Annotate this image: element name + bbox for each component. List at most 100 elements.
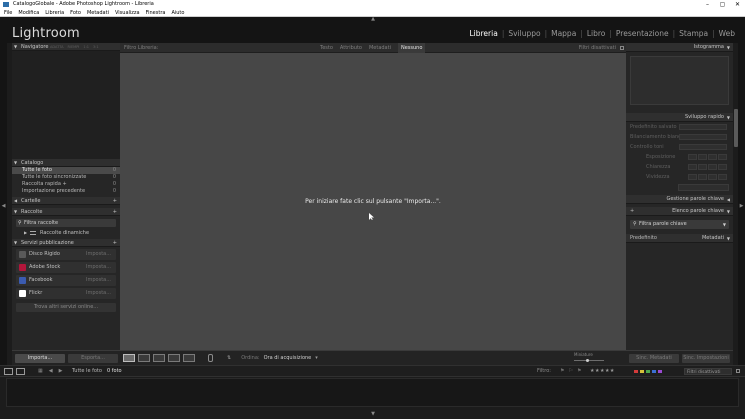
catalog-item-quick-collection[interactable]: Raccolta rapida + 0 bbox=[12, 181, 120, 188]
menu-visualizza[interactable]: Visualizza bbox=[115, 9, 140, 16]
histogram-header[interactable]: Istogramma ▼ bbox=[626, 43, 733, 52]
setup-link[interactable]: Imposta... bbox=[86, 262, 111, 273]
add-folder-icon[interactable]: + bbox=[113, 197, 117, 205]
sort-select[interactable]: Ora di acquisizione bbox=[264, 354, 312, 362]
publish-service-hard-drive[interactable]: Disco Rigido Imposta... bbox=[16, 249, 116, 260]
color-label-blue[interactable] bbox=[652, 370, 656, 373]
filmstrip-filter-select[interactable]: Filtri disattivati bbox=[684, 368, 732, 375]
setup-link[interactable]: Imposta... bbox=[86, 275, 111, 286]
menu-metadati[interactable]: Metadati bbox=[87, 9, 109, 16]
star-rating-filter[interactable]: ★★★★★ bbox=[590, 366, 615, 377]
grid-view-icon[interactable] bbox=[123, 354, 135, 362]
quick-develop-header[interactable]: Sviluppo rapido ▼ bbox=[626, 113, 733, 122]
publish-service-flickr[interactable]: Flickr Imposta... bbox=[16, 288, 116, 299]
zoom-3-1[interactable]: 3:1 bbox=[93, 43, 99, 51]
qd-step-button[interactable] bbox=[708, 174, 717, 180]
main-monitor-icon[interactable] bbox=[4, 368, 13, 375]
second-monitor-icon[interactable] bbox=[16, 368, 25, 375]
keyword-list-header[interactable]: + Elenco parole chiave ▼ bbox=[626, 207, 733, 216]
qd-step-button[interactable] bbox=[688, 174, 697, 180]
expand-triangle-icon[interactable]: ▶ bbox=[24, 229, 27, 237]
keywording-header[interactable]: Gestione parole chiave ◀ bbox=[626, 195, 733, 204]
lock-icon[interactable] bbox=[736, 369, 740, 373]
collections-header[interactable]: ▼ Raccolte + bbox=[12, 208, 120, 216]
bottom-panel-toggle-icon[interactable]: ▼ bbox=[369, 412, 377, 417]
folders-header[interactable]: ◀ Cartelle + bbox=[12, 197, 120, 205]
setup-link[interactable]: Imposta... bbox=[86, 288, 111, 299]
module-mappa[interactable]: Mappa bbox=[547, 29, 580, 38]
menu-finestra[interactable]: Finestra bbox=[146, 9, 166, 16]
qd-auto-tone-button[interactable] bbox=[679, 144, 727, 150]
catalog-header[interactable]: ▼ Catalogo bbox=[12, 159, 120, 167]
module-libro[interactable]: Libro bbox=[583, 29, 610, 38]
people-view-icon[interactable] bbox=[183, 354, 195, 362]
maximize-icon[interactable]: ▢ bbox=[715, 0, 730, 9]
filter-tab-metadati[interactable]: Metadati bbox=[369, 43, 391, 53]
minimize-icon[interactable]: – bbox=[700, 0, 715, 9]
menu-libreria[interactable]: Libreria bbox=[45, 9, 64, 16]
chevron-down-icon[interactable]: ▾ bbox=[315, 354, 318, 362]
filter-preset-select[interactable]: Filtri disattivati bbox=[579, 43, 616, 53]
metadata-preset-select[interactable]: Predefinito bbox=[630, 234, 657, 243]
qd-reset-button[interactable] bbox=[678, 184, 729, 191]
qd-white-balance-select[interactable] bbox=[679, 134, 727, 140]
painter-spray-icon[interactable] bbox=[208, 354, 213, 362]
right-panel-edge[interactable]: ▶ bbox=[738, 43, 745, 365]
filter-tab-testo[interactable]: Testo bbox=[320, 43, 333, 53]
slider-handle[interactable] bbox=[586, 359, 589, 362]
right-panel-scrollbar[interactable] bbox=[734, 109, 738, 147]
catalog-item-previous-import[interactable]: Importazione precedente 0 bbox=[12, 188, 120, 195]
survey-view-icon[interactable] bbox=[168, 354, 180, 362]
zoom-adatta[interactable]: ADATTA bbox=[50, 43, 64, 51]
top-panel-toggle-icon[interactable]: ▲ bbox=[369, 17, 377, 22]
close-icon[interactable]: ✕ bbox=[730, 0, 745, 9]
color-label-red[interactable] bbox=[634, 370, 638, 373]
module-presentazione[interactable]: Presentazione bbox=[612, 29, 673, 38]
lock-icon[interactable] bbox=[620, 46, 624, 50]
qd-step-button[interactable] bbox=[688, 154, 697, 160]
left-panel-edge[interactable]: ◀ bbox=[0, 43, 7, 365]
sync-metadata-button[interactable]: Sinc. Metadati bbox=[629, 354, 679, 363]
qd-step-button[interactable] bbox=[718, 164, 727, 170]
module-sviluppo[interactable]: Sviluppo bbox=[504, 29, 544, 38]
filter-tab-nessuno[interactable]: Nessuno bbox=[397, 43, 426, 53]
catalog-item-synced[interactable]: Tutte le foto sincronizzate 0 bbox=[12, 174, 120, 181]
qd-step-button[interactable] bbox=[708, 154, 717, 160]
qd-step-button[interactable] bbox=[698, 154, 707, 160]
publish-service-facebook[interactable]: Facebook Imposta... bbox=[16, 275, 116, 286]
catalog-item-all-photos[interactable]: Tutte le foto 0 bbox=[12, 167, 120, 174]
menu-file[interactable]: File bbox=[4, 9, 12, 16]
grid-small-icon[interactable]: ▦ bbox=[38, 366, 43, 377]
back-arrow-icon[interactable]: ◀ bbox=[49, 366, 53, 377]
sort-direction-icon[interactable]: ⇅ bbox=[227, 354, 231, 362]
flag-pick-icon[interactable]: ⚑ bbox=[560, 366, 564, 377]
menu-aiuto[interactable]: Aiuto bbox=[171, 9, 184, 16]
thumbnail-size-slider[interactable] bbox=[574, 359, 604, 362]
navigator-header[interactable]: ▼ Navigatore ADATTA RIEMPI 1:1 3:1 bbox=[12, 43, 120, 51]
filter-keywords-input[interactable]: ⚲ Filtra parole chiave ▼ bbox=[630, 220, 729, 229]
qd-preset-select[interactable] bbox=[679, 124, 727, 130]
qd-step-button[interactable] bbox=[698, 174, 707, 180]
sync-settings-button[interactable]: Sinc. Impostazioni bbox=[682, 354, 730, 363]
flag-reject-icon[interactable]: ⚑ bbox=[577, 366, 581, 377]
module-libreria[interactable]: Libreria bbox=[465, 29, 501, 38]
color-label-purple[interactable] bbox=[658, 370, 662, 373]
filmstrip-source[interactable]: Tutte le foto bbox=[72, 366, 102, 377]
metadata-header[interactable]: Predefinito Metadati ▼ bbox=[626, 234, 733, 243]
qd-step-button[interactable] bbox=[698, 164, 707, 170]
export-button[interactable]: Esporta... bbox=[68, 354, 118, 363]
filter-collections-input[interactable]: ⚲ Filtra raccolte bbox=[16, 219, 116, 227]
forward-arrow-icon[interactable]: ▶ bbox=[59, 366, 63, 377]
setup-link[interactable]: Imposta... bbox=[86, 249, 111, 260]
loupe-view-icon[interactable] bbox=[138, 354, 150, 362]
compare-view-icon[interactable] bbox=[153, 354, 165, 362]
qd-step-button[interactable] bbox=[708, 164, 717, 170]
find-more-services-button[interactable]: Trova altri servizi online... bbox=[16, 303, 116, 312]
color-label-green[interactable] bbox=[646, 370, 650, 373]
collection-item-smart[interactable]: ▶ Raccolte dinamiche bbox=[12, 229, 120, 237]
menu-modifica[interactable]: Modifica bbox=[18, 9, 39, 16]
color-label-yellow[interactable] bbox=[640, 370, 644, 373]
module-stampa[interactable]: Stampa bbox=[675, 29, 712, 38]
module-web[interactable]: Web bbox=[715, 29, 739, 38]
publish-service-adobe-stock[interactable]: Adobe Stock Imposta... bbox=[16, 262, 116, 273]
